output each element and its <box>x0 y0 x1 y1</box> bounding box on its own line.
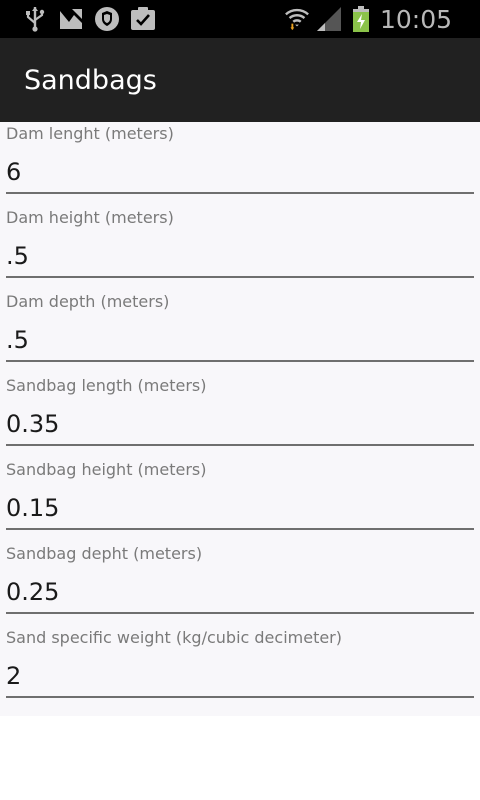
notification-icons <box>0 6 156 32</box>
dam-depth-input[interactable] <box>6 320 474 362</box>
form-area: Dam lenght (meters) Dam height (meters) … <box>0 122 480 716</box>
sand-specific-weight-input[interactable] <box>6 656 474 698</box>
battery-charging-icon <box>348 6 374 32</box>
shield-icon <box>94 6 120 32</box>
dam-depth-label: Dam depth (meters) <box>6 292 170 311</box>
signal-icon <box>316 6 342 32</box>
sandbag-height-field: Sandbag height (meters) <box>6 458 474 542</box>
dam-depth-field: Dam depth (meters) <box>6 290 474 374</box>
clipboard-check-icon <box>130 6 156 32</box>
dam-length-label: Dam lenght (meters) <box>6 124 174 143</box>
sandbag-length-label: Sandbag length (meters) <box>6 376 207 395</box>
sandbag-length-field: Sandbag length (meters) <box>6 374 474 458</box>
dam-length-field: Dam lenght (meters) <box>6 122 474 206</box>
app-title: Sandbags <box>24 64 157 96</box>
sandbag-length-input[interactable] <box>6 404 474 446</box>
dam-height-input[interactable] <box>6 236 474 278</box>
sand-specific-weight-label: Sand specific weight (kg/cubic decimeter… <box>6 628 342 647</box>
status-time: 10:05 <box>379 4 452 34</box>
sandbag-height-label: Sandbag height (meters) <box>6 460 207 479</box>
system-icons: 10:05 <box>284 5 480 34</box>
status-bar: 10:05 <box>0 0 480 38</box>
dam-length-input[interactable] <box>6 152 474 194</box>
dam-height-label: Dam height (meters) <box>6 208 174 227</box>
sandbag-depth-label: Sandbag depht (meters) <box>6 544 203 563</box>
transfer-icon <box>58 6 84 32</box>
sandbag-depth-input[interactable] <box>6 572 474 614</box>
dam-height-field: Dam height (meters) <box>6 206 474 290</box>
sandbag-height-input[interactable] <box>6 488 474 530</box>
sandbag-depth-field: Sandbag depht (meters) <box>6 542 474 626</box>
wifi-icon <box>284 6 310 32</box>
usb-icon <box>22 6 48 32</box>
action-bar: Sandbags <box>0 38 480 122</box>
sand-specific-weight-field: Sand specific weight (kg/cubic decimeter… <box>6 626 474 710</box>
